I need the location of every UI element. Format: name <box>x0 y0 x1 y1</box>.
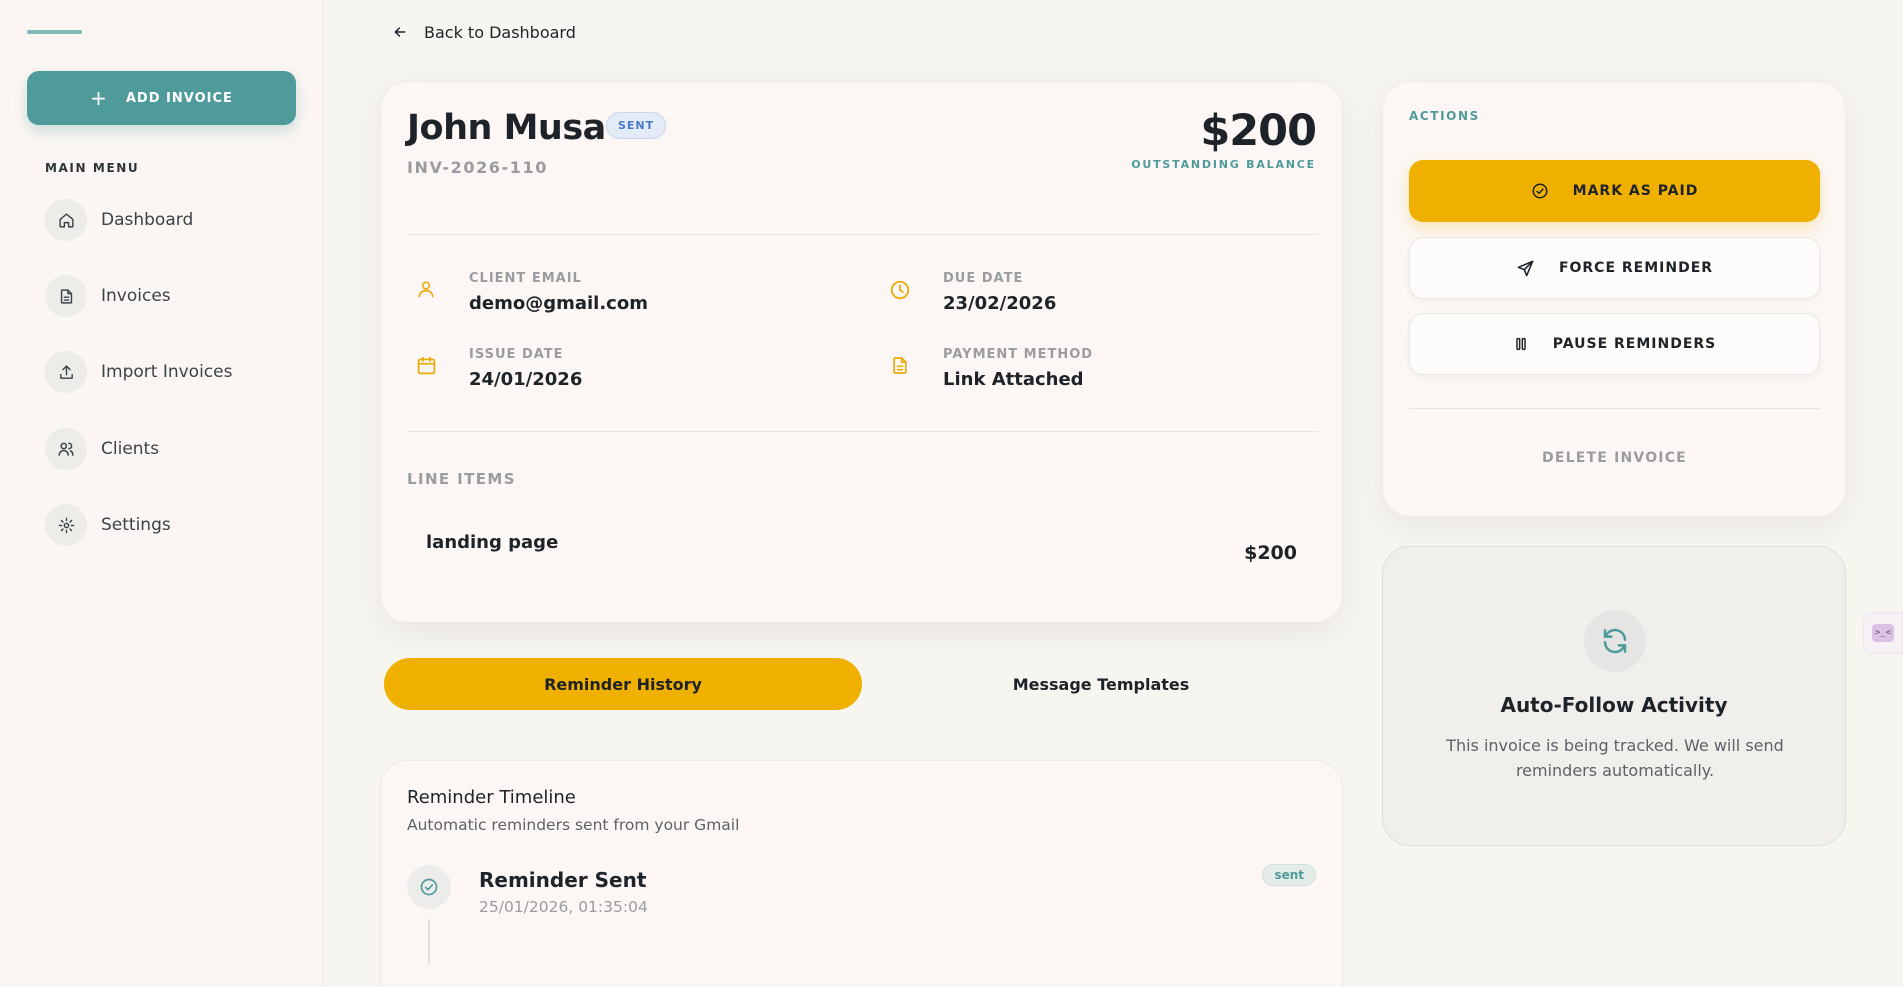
document-icon <box>45 275 87 317</box>
main-menu-title: MAIN MENU <box>45 161 140 175</box>
timeline-event-title: Reminder Sent <box>479 868 647 892</box>
upload-icon <box>45 351 87 393</box>
due-date-value: 23/02/2026 <box>943 293 1057 314</box>
divider <box>407 234 1318 235</box>
field-label: ISSUE DATE <box>469 347 564 362</box>
delete-invoice-button[interactable]: DELETE INVOICE <box>1409 443 1820 473</box>
client-email-field: CLIENT EMAIL demo@gmail.com <box>407 271 648 314</box>
payment-method-value: Link Attached <box>943 369 1084 390</box>
clock-icon <box>881 271 919 301</box>
back-link-label: Back to Dashboard <box>424 22 576 42</box>
back-to-dashboard-link[interactable]: Back to Dashboard <box>392 20 576 44</box>
divider <box>407 431 1318 432</box>
client-name: John Musa <box>407 108 606 148</box>
field-label: DUE DATE <box>943 271 1024 286</box>
issue-date-field: ISSUE DATE 24/01/2026 <box>407 347 582 390</box>
due-date-field: DUE DATE 23/02/2026 <box>881 271 1056 314</box>
sidebar-item-label: Settings <box>101 515 171 535</box>
file-text-icon <box>881 347 919 376</box>
status-badge: SENT <box>606 112 667 139</box>
sidebar-item-invoices[interactable]: Invoices <box>45 274 295 318</box>
check-circle-icon <box>1532 183 1548 199</box>
users-icon <box>45 428 87 470</box>
force-reminder-button[interactable]: FORCE REMINDER <box>1409 237 1820 299</box>
field-label: CLIENT EMAIL <box>469 271 582 286</box>
sidebar-item-import-invoices[interactable]: Import Invoices <box>45 350 295 394</box>
pause-reminders-button[interactable]: PAUSE REMINDERS <box>1409 313 1820 375</box>
actions-card: ACTIONS MARK AS PAID FORCE REMINDER PAUS… <box>1382 81 1846 517</box>
sidebar-item-label: Import Invoices <box>101 362 233 382</box>
refresh-icon <box>1584 610 1646 672</box>
calendar-icon <box>407 347 445 376</box>
plus-icon: + <box>90 86 108 110</box>
arrow-left-icon <box>394 27 406 37</box>
line-items-title: LINE ITEMS <box>407 470 516 488</box>
floating-widget-button[interactable]: >_< <box>1863 612 1903 654</box>
actions-title: ACTIONS <box>1409 109 1480 123</box>
invoice-card: John Musa SENT INV-2026-110 $200 OUTSTAN… <box>380 81 1343 623</box>
timeline-event-time: 25/01/2026, 01:35:04 <box>479 898 648 916</box>
user-icon <box>407 271 445 299</box>
field-label: PAYMENT METHOD <box>943 347 1094 362</box>
sidebar-item-dashboard[interactable]: Dashboard <box>45 198 295 242</box>
gear-icon <box>45 504 87 546</box>
timeline-connector <box>428 919 430 965</box>
outstanding-balance-label: OUTSTANDING BALANCE <box>1131 158 1316 171</box>
auto-follow-activity-card: Auto-Follow Activity This invoice is bei… <box>1382 546 1846 846</box>
tab-reminder-history[interactable]: Reminder History <box>384 658 862 710</box>
activity-description: This invoice is being tracked. We will s… <box>1446 736 1784 780</box>
sidebar-item-label: Dashboard <box>101 210 194 230</box>
mark-as-paid-button[interactable]: MARK AS PAID <box>1409 160 1820 222</box>
timeline-status-badge: sent <box>1262 864 1316 886</box>
invoice-number: INV-2026-110 <box>407 158 548 177</box>
reminder-timeline-card: Reminder Timeline Automatic reminders se… <box>380 760 1343 987</box>
mark-as-paid-label: MARK AS PAID <box>1572 183 1699 199</box>
check-circle-icon <box>407 865 451 909</box>
home-icon <box>45 199 87 241</box>
divider <box>1409 408 1820 409</box>
pause-icon <box>1516 337 1526 351</box>
sidebar: + ADD INVOICE MAIN MENU Dashboard Invoic… <box>0 0 323 987</box>
client-email-value: demo@gmail.com <box>469 293 648 314</box>
sidebar-handle[interactable] <box>27 30 82 34</box>
timeline-subtitle: Automatic reminders sent from your Gmail <box>407 816 740 834</box>
add-invoice-label: ADD INVOICE <box>125 90 233 106</box>
invoice-amount: $200 <box>1200 106 1317 156</box>
sidebar-item-settings[interactable]: Settings <box>45 503 295 547</box>
widget-face-icon: >_< <box>1872 624 1894 642</box>
pause-reminders-label: PAUSE REMINDERS <box>1552 336 1717 352</box>
line-item-amount: $200 <box>1244 542 1297 564</box>
issue-date-value: 24/01/2026 <box>469 369 583 390</box>
sidebar-item-label: Clients <box>101 439 160 459</box>
sidebar-item-clients[interactable]: Clients <box>45 427 295 471</box>
add-invoice-button[interactable]: + ADD INVOICE <box>27 71 296 125</box>
tab-message-templates[interactable]: Message Templates <box>862 658 1340 710</box>
sidebar-item-label: Invoices <box>101 286 171 306</box>
payment-method-field: PAYMENT METHOD Link Attached <box>881 347 1093 390</box>
force-reminder-label: FORCE REMINDER <box>1558 260 1714 276</box>
timeline-title: Reminder Timeline <box>407 787 576 808</box>
activity-title: Auto-Follow Activity <box>1500 693 1728 717</box>
line-item-name: landing page <box>426 532 559 553</box>
send-icon <box>1517 260 1534 276</box>
